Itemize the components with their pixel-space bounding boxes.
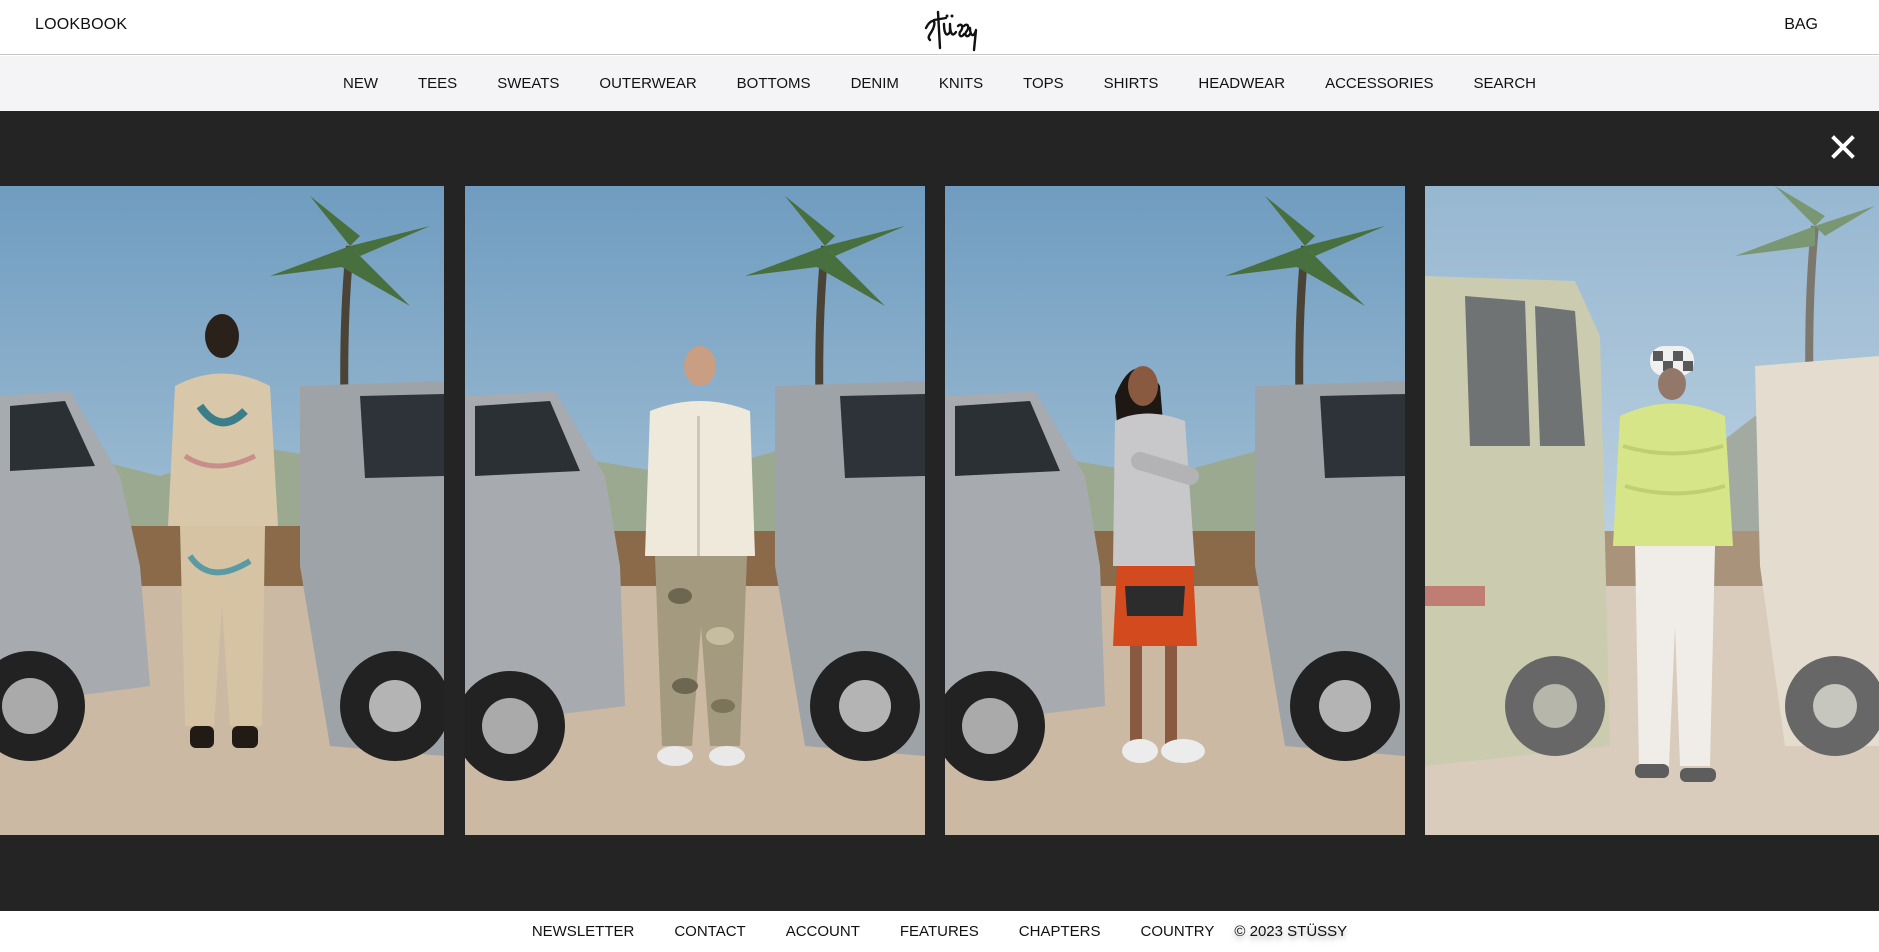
lookbook-photo[interactable] (945, 186, 1405, 835)
lookbook-viewer (0, 111, 1879, 911)
nav-item-search[interactable]: SEARCH (1453, 75, 1556, 92)
nav-item-denim[interactable]: DENIM (831, 75, 919, 92)
nav-item-knits[interactable]: KNITS (919, 75, 1003, 92)
nav-item-tees[interactable]: TEES (398, 75, 477, 92)
site-footer: NEWSLETTER CONTACT ACCOUNT FEATURES CHAP… (0, 911, 1879, 952)
nav-item-accessories[interactable]: ACCESSORIES (1305, 75, 1453, 92)
footer-link-contact[interactable]: CONTACT (654, 923, 765, 940)
nav-item-headwear[interactable]: HEADWEAR (1178, 75, 1305, 92)
nav-item-bottoms[interactable]: BOTTOMS (717, 75, 831, 92)
footer-link-country[interactable]: COUNTRY (1120, 923, 1234, 940)
lookbook-link[interactable]: LOOKBOOK (35, 16, 127, 34)
nav-item-tops[interactable]: TOPS (1003, 75, 1084, 92)
stussy-logo-icon[interactable] (922, 2, 978, 52)
footer-link-newsletter[interactable]: NEWSLETTER (512, 923, 655, 940)
lookbook-photo[interactable] (0, 186, 444, 835)
close-icon[interactable] (1827, 131, 1859, 163)
nav-item-new[interactable]: NEW (323, 75, 398, 92)
top-header: LOOKBOOK BAG (0, 0, 1879, 55)
footer-link-account[interactable]: ACCOUNT (766, 923, 880, 940)
footer-link-chapters[interactable]: CHAPTERS (999, 923, 1121, 940)
nav-item-sweats[interactable]: SWEATS (477, 75, 579, 92)
category-nav: NEW TEES SWEATS OUTERWEAR BOTTOMS DENIM … (0, 56, 1879, 111)
bag-link[interactable]: BAG (1784, 16, 1818, 34)
lookbook-photo[interactable] (1425, 186, 1879, 835)
nav-item-outerwear[interactable]: OUTERWEAR (579, 75, 716, 92)
lookbook-carousel[interactable] (0, 186, 1879, 835)
lookbook-photo[interactable] (465, 186, 925, 835)
footer-link-features[interactable]: FEATURES (880, 923, 999, 940)
copyright-text: © 2023 STÜSSY (1234, 923, 1348, 940)
nav-item-shirts[interactable]: SHIRTS (1084, 75, 1179, 92)
